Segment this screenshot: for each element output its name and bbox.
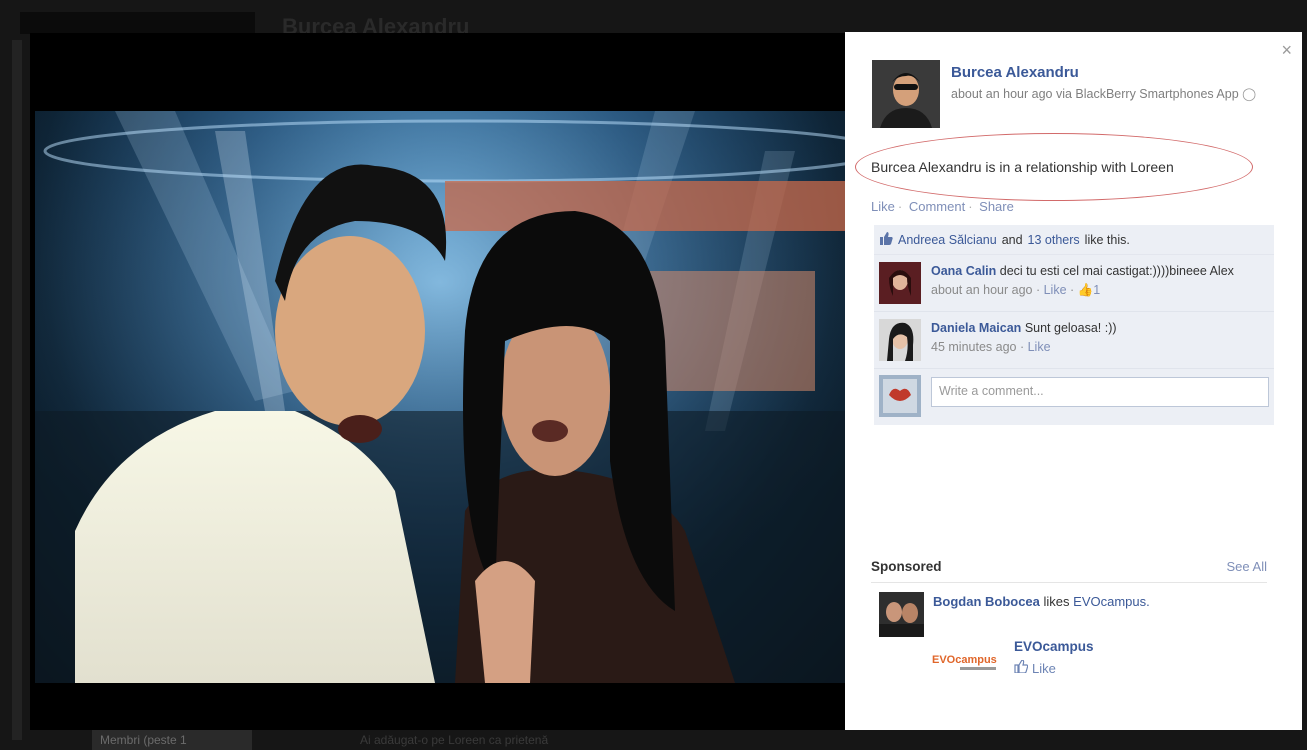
ad-likes-text: likes bbox=[1043, 594, 1070, 609]
background-bottom-label: Membri (peste 1 bbox=[92, 730, 252, 750]
likes-summary: Andreea Sălcianu and 13 others like this… bbox=[874, 225, 1274, 255]
liker-name[interactable]: Andreea Sălcianu bbox=[898, 233, 997, 247]
post-meta-text: about an hour ago via BlackBerry Smartph… bbox=[951, 87, 1239, 101]
author-avatar-image bbox=[872, 60, 940, 128]
likes-suffix: like this. bbox=[1084, 233, 1130, 247]
sponsored-header: Sponsored See All bbox=[871, 559, 1267, 583]
comment-input[interactable]: Write a comment... bbox=[931, 377, 1269, 407]
comment-meta: 45 minutes ago · Like bbox=[931, 340, 1051, 354]
commenter-avatar[interactable] bbox=[879, 319, 921, 361]
commenter-avatar[interactable] bbox=[879, 262, 921, 304]
comment-item: Daniela Maican Sunt geloasa! :)) 45 minu… bbox=[874, 312, 1274, 369]
logo-lettering: EVOcampus bbox=[932, 654, 997, 666]
author-avatar[interactable] bbox=[872, 60, 940, 128]
background-header-strip bbox=[20, 12, 255, 34]
ad-like-button[interactable]: Like bbox=[1014, 659, 1056, 676]
comment-author[interactable]: Daniela Maican bbox=[931, 321, 1021, 335]
like-link[interactable]: Like bbox=[871, 199, 895, 214]
ad-page-name[interactable]: EVOcampus bbox=[1014, 639, 1094, 654]
privacy-globe-icon[interactable]: ◯ bbox=[1242, 87, 1256, 101]
photo-side-panel: × Burcea Alexandru about an hour ago via… bbox=[845, 32, 1302, 730]
comment-like-count[interactable]: 1 bbox=[1093, 283, 1100, 297]
close-icon[interactable]: × bbox=[1281, 40, 1292, 61]
background-bottom-text: Ai adăugat-o pe Loreen ca prietenă bbox=[360, 733, 549, 747]
comment-item: Oana Calin deci tu esti cel mai castigat… bbox=[874, 255, 1274, 312]
comment-link[interactable]: Comment bbox=[909, 199, 965, 214]
photo-viewer bbox=[30, 33, 848, 730]
likes-others-link[interactable]: 13 others bbox=[1028, 233, 1080, 247]
author-name[interactable]: Burcea Alexandru bbox=[951, 64, 1079, 81]
ad-like-label: Like bbox=[1032, 660, 1056, 676]
photo[interactable] bbox=[35, 111, 845, 683]
comment-time[interactable]: about an hour ago bbox=[931, 283, 1032, 297]
photo-image bbox=[35, 111, 845, 683]
comment-time[interactable]: 45 minutes ago bbox=[931, 340, 1016, 354]
background-left-column bbox=[12, 40, 22, 740]
comment-text: deci tu esti cel mai castigat:))))bineee… bbox=[999, 264, 1234, 278]
post-actions: Like · Comment · Share bbox=[871, 199, 1014, 214]
thumbs-up-icon bbox=[879, 232, 893, 248]
likes-and: and bbox=[1001, 233, 1023, 247]
comment-text: Sunt geloasa! :)) bbox=[1024, 321, 1117, 335]
thumbs-up-icon bbox=[1014, 659, 1029, 676]
status-text: Burcea Alexandru is in a relationship wi… bbox=[871, 159, 1174, 175]
viewer-avatar bbox=[879, 375, 921, 417]
feedback-box: Andreea Sălcianu and 13 others like this… bbox=[874, 225, 1274, 425]
comment-like-link[interactable]: Like bbox=[1044, 283, 1067, 297]
sponsored-title: Sponsored bbox=[871, 559, 942, 574]
share-link[interactable]: Share bbox=[979, 199, 1014, 214]
comment-meta: about an hour ago · Like · 👍1 bbox=[931, 283, 1101, 297]
evocampus-logo[interactable]: EVOcampus bbox=[930, 646, 1002, 676]
ad-page-link[interactable]: EVOcampus. bbox=[1073, 594, 1150, 609]
ad-liker-avatar[interactable] bbox=[879, 592, 924, 637]
post-meta: about an hour ago via BlackBerry Smartph… bbox=[951, 85, 1281, 104]
thumbs-up-icon[interactable]: 👍 bbox=[1078, 283, 1094, 297]
ad-liker-name[interactable]: Bogdan Bobocea bbox=[933, 594, 1040, 609]
comment-author[interactable]: Oana Calin bbox=[931, 264, 996, 278]
ad-social-line: Bogdan Bobocea likes EVOcampus. bbox=[933, 594, 1150, 609]
comment-like-link[interactable]: Like bbox=[1028, 340, 1051, 354]
write-comment-row: Write a comment... bbox=[874, 369, 1274, 425]
see-all-link[interactable]: See All bbox=[1227, 559, 1267, 574]
